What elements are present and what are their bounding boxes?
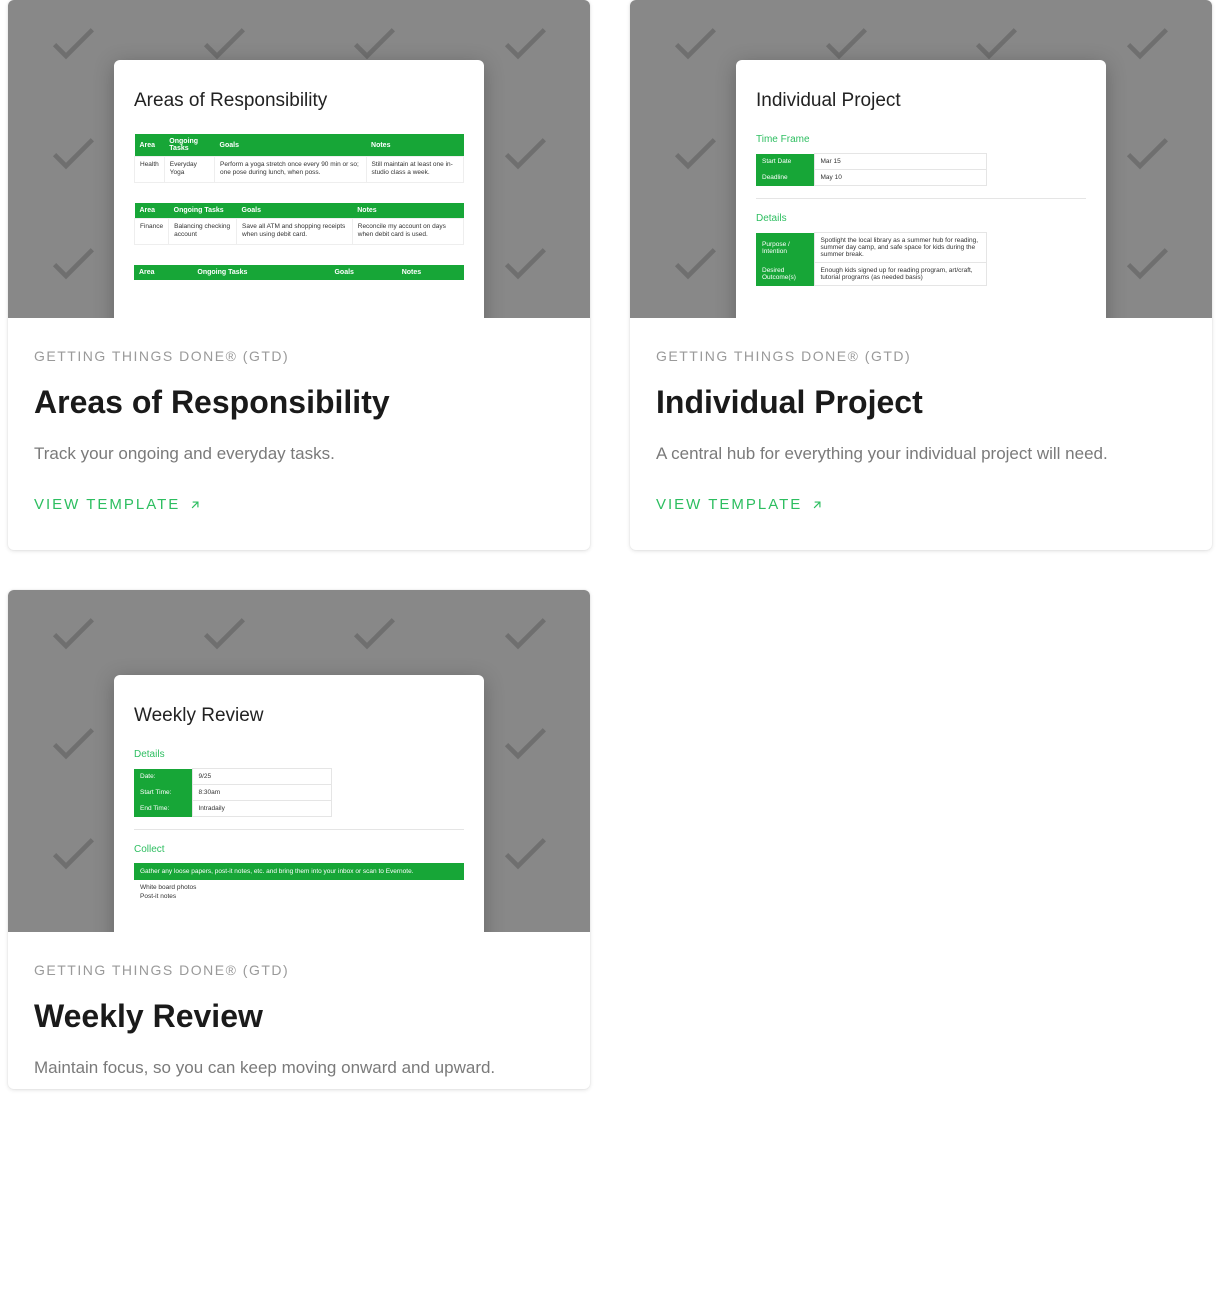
kv-val: Enough kids signed up for reading progra… bbox=[814, 263, 987, 286]
kv-table: Start DateMar 15 DeadlineMay 10 bbox=[756, 153, 987, 186]
doc-title: Individual Project bbox=[756, 90, 1086, 112]
cell: Health bbox=[135, 157, 165, 183]
card-details: GETTING THINGS DONE® (GTD) Weekly Review… bbox=[8, 932, 590, 1088]
kv-key: Purpose / Intention bbox=[756, 233, 814, 263]
kv-val: 8:30am bbox=[192, 785, 332, 801]
greenbar: Gather any loose papers, post-it notes, … bbox=[134, 863, 464, 880]
preview-doc: Weekly Review Details Date:9/25 Start Ti… bbox=[114, 675, 484, 932]
section-label: Time Frame bbox=[756, 134, 1086, 145]
arrow-up-right-icon bbox=[810, 498, 824, 512]
cell: Reconcile my account on days when debit … bbox=[352, 218, 463, 244]
doc-table: Area Ongoing Tasks Goals Notes Health Ev… bbox=[134, 134, 464, 183]
col: Notes bbox=[397, 265, 464, 280]
card-desc: Maintain focus, so you can keep moving o… bbox=[34, 1055, 564, 1081]
doc-table: Area Ongoing Tasks Goals Notes bbox=[134, 265, 464, 280]
arrow-up-right-icon bbox=[188, 498, 202, 512]
card-category: GETTING THINGS DONE® (GTD) bbox=[34, 962, 564, 978]
card-preview: Weekly Review Details Date:9/25 Start Ti… bbox=[8, 590, 590, 932]
kv-key: Desired Outcome(s) bbox=[756, 263, 814, 286]
section-label: Details bbox=[756, 213, 1086, 224]
cell: Still maintain at least one in-studio cl… bbox=[366, 157, 463, 183]
col: Ongoing Tasks bbox=[169, 203, 237, 219]
col: Goals bbox=[215, 134, 366, 157]
card-title: Weekly Review bbox=[34, 998, 564, 1035]
divider bbox=[756, 198, 1086, 199]
doc-table: Area Ongoing Tasks Goals Notes Finance B… bbox=[134, 203, 464, 245]
section-label: Details bbox=[134, 749, 464, 760]
col: Notes bbox=[366, 134, 463, 157]
view-template-label: VIEW TEMPLATE bbox=[34, 496, 180, 513]
section-label: Collect bbox=[134, 844, 464, 855]
view-template-link[interactable]: VIEW TEMPLATE bbox=[656, 496, 824, 513]
card-desc: A central hub for everything your indivi… bbox=[656, 441, 1186, 467]
card-preview: Areas of Responsibility Area Ongoing Tas… bbox=[8, 0, 590, 318]
template-card-weekly[interactable]: Weekly Review Details Date:9/25 Start Ti… bbox=[8, 590, 590, 1088]
cell: Save all ATM and shopping receipts when … bbox=[237, 218, 353, 244]
cell: Balancing checking account bbox=[169, 218, 237, 244]
doc-title: Weekly Review bbox=[134, 705, 464, 727]
col: Notes bbox=[352, 203, 463, 219]
col: Goals bbox=[237, 203, 353, 219]
card-desc: Track your ongoing and everyday tasks. bbox=[34, 441, 564, 467]
col: Area bbox=[134, 265, 192, 280]
preview-doc: Areas of Responsibility Area Ongoing Tas… bbox=[114, 60, 484, 318]
template-card-project[interactable]: Individual Project Time Frame Start Date… bbox=[630, 0, 1212, 550]
col: Goals bbox=[329, 265, 396, 280]
kv-val: Intradaily bbox=[192, 801, 332, 817]
cell: Perform a yoga stretch once every 90 min… bbox=[215, 157, 366, 183]
col: Area bbox=[135, 203, 169, 219]
preview-doc: Individual Project Time Frame Start Date… bbox=[736, 60, 1106, 318]
col: Ongoing Tasks bbox=[164, 134, 214, 157]
view-template-link[interactable]: VIEW TEMPLATE bbox=[34, 496, 202, 513]
kv-key: Deadline bbox=[756, 170, 814, 186]
col: Area bbox=[135, 134, 165, 157]
kv-key: Start Time: bbox=[134, 785, 192, 801]
card-title: Areas of Responsibility bbox=[34, 384, 564, 421]
card-details: GETTING THINGS DONE® (GTD) Individual Pr… bbox=[630, 318, 1212, 550]
cell: Finance bbox=[135, 218, 169, 244]
col: Ongoing Tasks bbox=[192, 265, 329, 280]
kv-val: Spotlight the local library as a summer … bbox=[814, 233, 987, 263]
template-card-areas[interactable]: Areas of Responsibility Area Ongoing Tas… bbox=[8, 0, 590, 550]
divider bbox=[134, 829, 464, 830]
kv-val: Mar 15 bbox=[814, 154, 987, 170]
card-category: GETTING THINGS DONE® (GTD) bbox=[656, 348, 1186, 364]
tiny-text: White board photos Post-it notes bbox=[134, 880, 464, 905]
template-grid: Areas of Responsibility Area Ongoing Tas… bbox=[0, 0, 1220, 1097]
card-title: Individual Project bbox=[656, 384, 1186, 421]
kv-val: May 10 bbox=[814, 170, 987, 186]
kv-key: Start Date bbox=[756, 154, 814, 170]
doc-title: Areas of Responsibility bbox=[134, 90, 464, 112]
kv-key: End Time: bbox=[134, 801, 192, 817]
card-details: GETTING THINGS DONE® (GTD) Areas of Resp… bbox=[8, 318, 590, 550]
kv-key: Date: bbox=[134, 769, 192, 785]
cell: Everyday Yoga bbox=[164, 157, 214, 183]
view-template-label: VIEW TEMPLATE bbox=[656, 496, 802, 513]
card-category: GETTING THINGS DONE® (GTD) bbox=[34, 348, 564, 364]
card-preview: Individual Project Time Frame Start Date… bbox=[630, 0, 1212, 318]
kv-val: 9/25 bbox=[192, 769, 332, 785]
kv-table: Purpose / IntentionSpotlight the local l… bbox=[756, 232, 987, 286]
kv-table: Date:9/25 Start Time:8:30am End Time:Int… bbox=[134, 768, 332, 817]
